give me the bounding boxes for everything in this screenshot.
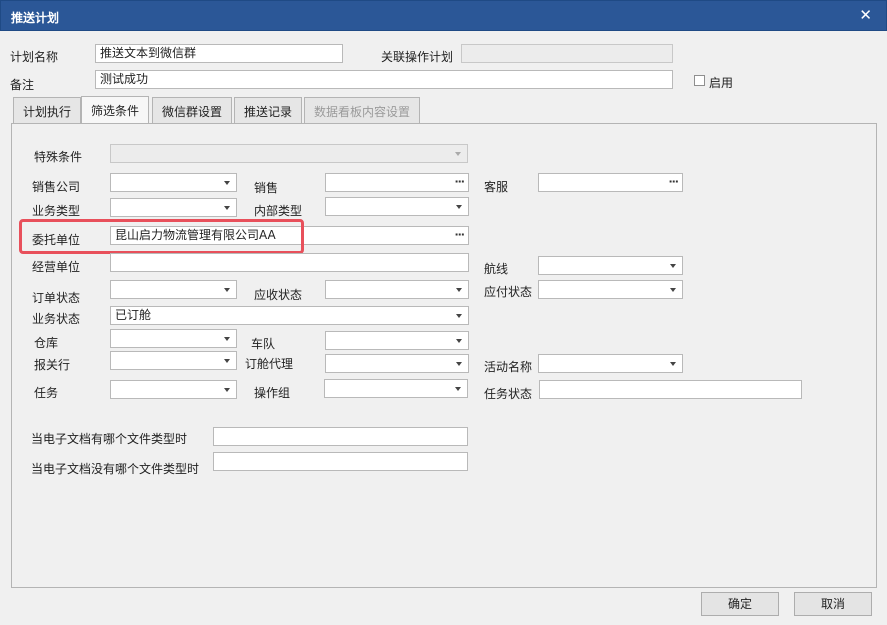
business-type-select[interactable]: [110, 198, 237, 217]
operating-unit-field[interactable]: [110, 253, 469, 272]
route-select[interactable]: [538, 256, 683, 275]
tab-dashboard-settings[interactable]: 数据看板内容设置: [304, 97, 421, 123]
warehouse-select[interactable]: [110, 329, 237, 348]
payable-status-label: 应付状态: [484, 285, 533, 299]
tab-push-records[interactable]: 推送记录: [234, 97, 303, 123]
title-bar: 推送计划 ✕: [0, 0, 887, 31]
doc-has-type-label: 当电子文档有哪个文件类型时: [31, 432, 188, 446]
booking-agent-label: 订舱代理: [245, 357, 294, 371]
order-status-select[interactable]: [110, 280, 237, 299]
business-status-label: 业务状态: [32, 312, 81, 326]
related-plan-field[interactable]: [461, 44, 673, 63]
enable-checkbox[interactable]: [694, 75, 705, 86]
plan-name-label: 计划名称: [10, 50, 59, 64]
highlight-box: [19, 219, 304, 254]
sales-label: 销售: [254, 181, 279, 195]
task-select[interactable]: [110, 380, 237, 399]
tab-filter-conditions[interactable]: 筛选条件: [81, 96, 150, 124]
customs-broker-label: 报关行: [34, 358, 71, 372]
sales-company-select[interactable]: [110, 173, 237, 192]
sales-field[interactable]: ···: [325, 173, 469, 192]
more-icon: ···: [454, 175, 465, 188]
internal-type-select[interactable]: [325, 197, 469, 216]
plan-name-field[interactable]: 推送文本到微信群: [95, 44, 343, 63]
task-status-field[interactable]: [539, 380, 802, 399]
special-condition-label: 特殊条件: [34, 150, 83, 164]
activity-name-select[interactable]: [538, 354, 683, 373]
booking-agent-select[interactable]: [325, 354, 469, 373]
tab-wechat-group-settings[interactable]: 微信群设置: [152, 97, 233, 123]
receivable-status-label: 应收状态: [254, 288, 303, 302]
fleet-select[interactable]: [325, 331, 469, 350]
tab-plan-execution[interactable]: 计划执行: [13, 97, 82, 123]
route-label: 航线: [484, 262, 509, 276]
order-status-label: 订单状态: [32, 291, 81, 305]
ok-button[interactable]: 确定: [701, 592, 779, 616]
customs-broker-select[interactable]: [110, 351, 237, 370]
close-icon[interactable]: ✕: [859, 6, 872, 24]
cancel-button[interactable]: 取消: [794, 592, 872, 616]
warehouse-label: 仓库: [34, 336, 59, 350]
more-icon: ···: [454, 228, 465, 241]
receivable-status-select[interactable]: [325, 280, 469, 299]
activity-name-label: 活动名称: [484, 360, 533, 374]
remark-label: 备注: [10, 78, 35, 92]
internal-type-label: 内部类型: [254, 204, 303, 218]
enable-label: 启用: [709, 76, 734, 90]
business-type-label: 业务类型: [32, 204, 81, 218]
task-label: 任务: [34, 386, 59, 400]
fleet-label: 车队: [251, 337, 276, 351]
doc-no-type-field[interactable]: [213, 452, 468, 471]
related-plan-label: 关联操作计划: [381, 50, 454, 64]
customer-service-field[interactable]: ···: [538, 173, 683, 192]
operation-group-select[interactable]: [324, 379, 468, 398]
payable-status-select[interactable]: [538, 280, 683, 299]
operation-group-label: 操作组: [254, 386, 291, 400]
doc-no-type-label: 当电子文档没有哪个文件类型时: [31, 462, 200, 476]
customer-service-label: 客服: [484, 180, 509, 194]
more-icon: ···: [668, 175, 679, 188]
operating-unit-label: 经营单位: [32, 260, 81, 274]
remark-field[interactable]: 测试成功: [95, 70, 673, 89]
business-status-select[interactable]: 已订舱: [110, 306, 469, 325]
task-status-label: 任务状态: [484, 387, 533, 401]
doc-has-type-field[interactable]: [213, 427, 468, 446]
window-title: 推送计划: [11, 11, 60, 25]
sales-company-label: 销售公司: [32, 180, 81, 194]
special-condition-select[interactable]: [110, 144, 468, 163]
